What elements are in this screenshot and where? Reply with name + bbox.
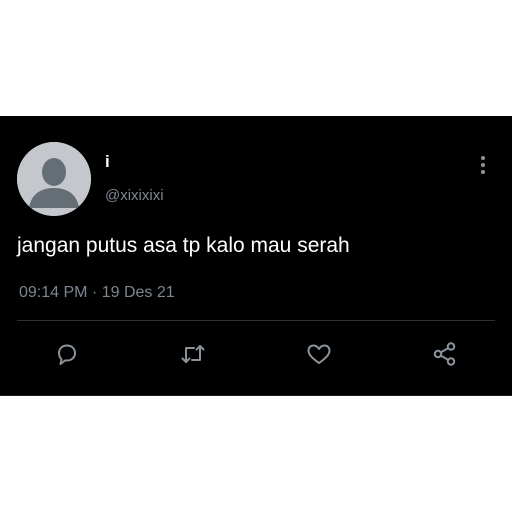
more-vertical-icon-dot: [481, 156, 485, 160]
share-icon: [433, 342, 456, 366]
more-options-button[interactable]: [474, 156, 492, 180]
retweet-icon: [181, 345, 205, 363]
tweet-date: 19 Des 21: [101, 284, 175, 301]
avatar[interactable]: [17, 142, 91, 216]
card-bottom-border: [0, 395, 512, 396]
reply-button[interactable]: [49, 336, 85, 372]
heart-icon: [307, 344, 331, 364]
user-handle[interactable]: @xixixixi: [105, 187, 164, 205]
more-vertical-icon-dot: [481, 170, 485, 174]
share-button[interactable]: [427, 336, 463, 372]
tweet-text: jangan putus asa tp kalo mau serah: [17, 234, 350, 257]
meta-separator: ·: [87, 284, 102, 301]
more-vertical-icon-dot: [481, 163, 485, 167]
tweet-card: i @xixixixi jangan putus asa tp kalo mau…: [0, 116, 512, 396]
like-button[interactable]: [301, 336, 337, 372]
reply-icon: [58, 344, 76, 365]
divider: [17, 320, 495, 321]
retweet-button[interactable]: [175, 336, 211, 372]
tweet-time: 09:14 PM: [19, 284, 88, 301]
tweet-timestamp: 09:14 PM · 19 Des 21: [19, 283, 175, 303]
default-avatar-icon: [17, 142, 91, 216]
tweet-actions-bar: [0, 336, 512, 372]
display-name[interactable]: i: [105, 152, 110, 172]
screenshot-canvas: i @xixixixi jangan putus asa tp kalo mau…: [0, 0, 512, 512]
